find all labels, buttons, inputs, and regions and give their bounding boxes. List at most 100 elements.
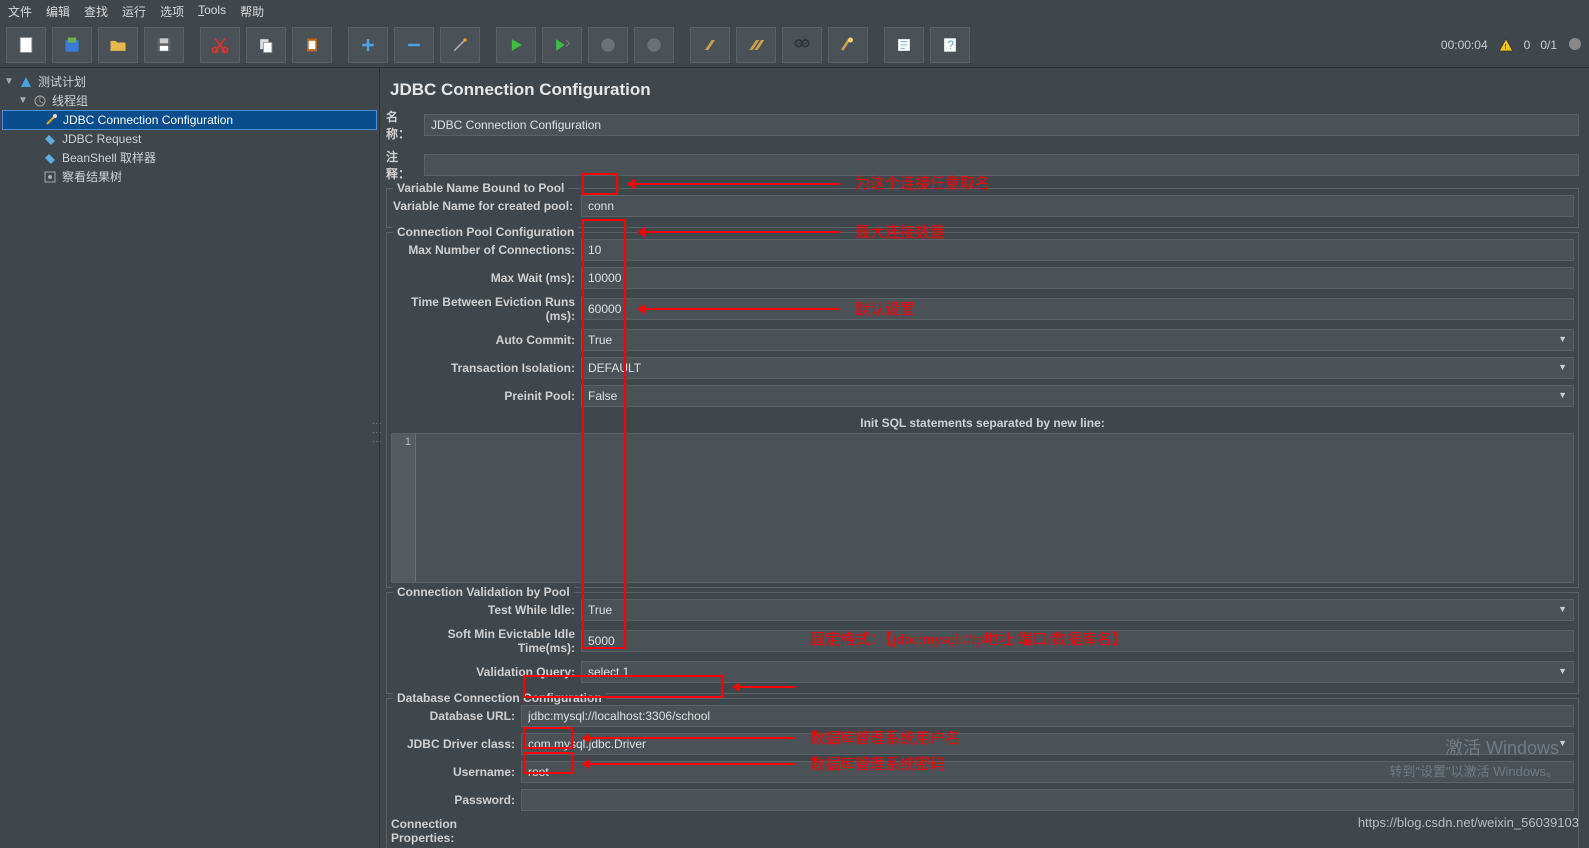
- tree-beanshell[interactable]: BeanShell 取样器: [2, 148, 377, 167]
- blog-url: https://blog.csdn.net/weixin_56039103: [1358, 815, 1579, 830]
- tree-jdbc-req[interactable]: JDBC Request: [2, 130, 377, 148]
- menu-options[interactable]: 选项: [160, 3, 184, 20]
- varname-label: Variable Name for created pool:: [391, 199, 581, 213]
- new-button[interactable]: [6, 27, 46, 63]
- templates-button[interactable]: [52, 27, 92, 63]
- splitter-handle[interactable]: ⋮⋮⋮: [372, 419, 382, 446]
- softmin-input[interactable]: [581, 630, 1574, 652]
- section-varname-legend: Variable Name Bound to Pool: [393, 181, 568, 195]
- autocommit-label: Auto Commit:: [391, 333, 581, 347]
- status-icon: [1567, 36, 1583, 55]
- clear-button[interactable]: [690, 27, 730, 63]
- remove-button[interactable]: [394, 27, 434, 63]
- toolbar: ? 00:00:04 ! 0 0/1: [0, 23, 1589, 68]
- tree-beanshell-label: BeanShell 取样器: [62, 149, 156, 166]
- tree-jdbc-conn-label: JDBC Connection Configuration: [63, 113, 233, 127]
- warning-icon: !: [1498, 37, 1514, 53]
- menu-file[interactable]: 文件: [8, 3, 32, 20]
- initsql-textarea[interactable]: 1: [391, 433, 1574, 583]
- tree-jdbc-conn[interactable]: JDBC Connection Configuration: [2, 110, 377, 130]
- wand-button[interactable]: [440, 27, 480, 63]
- txiso-label: Transaction Isolation:: [391, 361, 581, 375]
- section-db-legend: Database Connection Configuration: [393, 691, 606, 705]
- content-panel: JDBC Connection Configuration 名称： 注释： Va…: [380, 68, 1589, 848]
- txiso-select[interactable]: DEFAULT: [581, 357, 1574, 379]
- page-title: JDBC Connection Configuration: [390, 80, 1579, 100]
- softmin-label: Soft Min Evictable Idle Time(ms):: [391, 627, 581, 655]
- clear-all-button[interactable]: [736, 27, 776, 63]
- comment-label: 注释：: [386, 148, 424, 182]
- thread-count: 0/1: [1540, 38, 1557, 52]
- cut-button[interactable]: [200, 27, 240, 63]
- reset-search-button[interactable]: [828, 27, 868, 63]
- expand-icon[interactable]: ▼: [4, 76, 14, 87]
- watermark-line2: 转到"设置"以激活 Windows。: [1389, 761, 1559, 780]
- start-button[interactable]: [496, 27, 536, 63]
- tree-result-tree[interactable]: 察看结果树: [2, 167, 377, 186]
- function-helper-button[interactable]: [884, 27, 924, 63]
- threadgroup-icon: [32, 93, 48, 109]
- save-button[interactable]: [144, 27, 184, 63]
- evict-label: Time Between Eviction Runs (ms):: [391, 295, 581, 323]
- menu-find[interactable]: 查找: [84, 3, 108, 20]
- tree-threadgroup[interactable]: ▼ 线程组: [2, 91, 377, 110]
- comment-input[interactable]: [424, 154, 1579, 176]
- preinit-label: Preinit Pool:: [391, 389, 581, 403]
- copy-button[interactable]: [246, 27, 286, 63]
- open-button[interactable]: [98, 27, 138, 63]
- vquery-label: Validation Query:: [391, 665, 581, 679]
- add-button[interactable]: [348, 27, 388, 63]
- tree-panel: ▼ 测试计划 ▼ 线程组 JDBC Connection Configurati…: [0, 68, 380, 848]
- dburl-label: Database URL:: [391, 709, 521, 723]
- menu-tools[interactable]: Tools: [198, 3, 226, 20]
- driver-label: JDBC Driver class:: [391, 737, 521, 751]
- vquery-select[interactable]: select 1: [581, 661, 1574, 683]
- paste-button[interactable]: [292, 27, 332, 63]
- pass-label: Password:: [391, 793, 521, 807]
- user-label: Username:: [391, 765, 521, 779]
- testidle-label: Test While Idle:: [391, 603, 581, 617]
- sampler-icon: [42, 131, 58, 147]
- stop-button[interactable]: [588, 27, 628, 63]
- menu-run[interactable]: 运行: [122, 3, 146, 20]
- section-validation: Connection Validation by Pool Test While…: [386, 592, 1579, 694]
- evict-input[interactable]: [581, 298, 1574, 320]
- tree-result-tree-label: 察看结果树: [62, 168, 122, 185]
- initsql-label: Init SQL statements separated by new lin…: [391, 413, 1574, 433]
- driver-select[interactable]: com.mysql.jdbc.Driver: [521, 733, 1574, 755]
- preinit-select[interactable]: False: [581, 385, 1574, 407]
- autocommit-select[interactable]: True: [581, 329, 1574, 351]
- varname-input[interactable]: [581, 195, 1574, 217]
- svg-text:!: !: [1504, 42, 1506, 51]
- search-button[interactable]: [782, 27, 822, 63]
- tree-root-label: 测试计划: [38, 73, 86, 90]
- section-varname: Variable Name Bound to Pool Variable Nam…: [386, 188, 1579, 228]
- section-validation-legend: Connection Validation by Pool: [393, 585, 574, 599]
- shutdown-button[interactable]: [634, 27, 674, 63]
- line-gutter: 1: [392, 434, 416, 582]
- tree-root[interactable]: ▼ 测试计划: [2, 72, 377, 91]
- maxwait-label: Max Wait (ms):: [391, 271, 581, 285]
- initsql-content[interactable]: [416, 434, 1573, 582]
- testidle-select[interactable]: True: [581, 599, 1574, 621]
- menu-edit[interactable]: 编辑: [46, 3, 70, 20]
- connprops-label: Connection Properties:: [391, 817, 521, 845]
- start-no-timers-button[interactable]: [542, 27, 582, 63]
- tree-threadgroup-label: 线程组: [52, 92, 88, 109]
- help-button[interactable]: ?: [930, 27, 970, 63]
- expand-icon[interactable]: ▼: [18, 95, 28, 106]
- section-pool-legend: Connection Pool Configuration: [393, 225, 578, 239]
- svg-text:?: ?: [948, 39, 955, 52]
- elapsed-time: 00:00:04: [1441, 38, 1488, 52]
- tree-jdbc-req-label: JDBC Request: [62, 132, 141, 146]
- listener-icon: [42, 169, 58, 185]
- maxconn-label: Max Number of Connections:: [391, 243, 581, 257]
- maxwait-input[interactable]: [581, 267, 1574, 289]
- menu-help[interactable]: 帮助: [240, 3, 264, 20]
- name-input[interactable]: [424, 114, 1579, 136]
- dburl-input[interactable]: [521, 705, 1574, 727]
- pass-input[interactable]: [521, 789, 1574, 811]
- testplan-icon: [18, 74, 34, 90]
- menubar: 文件 编辑 查找 运行 选项 Tools 帮助: [0, 0, 1589, 23]
- maxconn-input[interactable]: [581, 239, 1574, 261]
